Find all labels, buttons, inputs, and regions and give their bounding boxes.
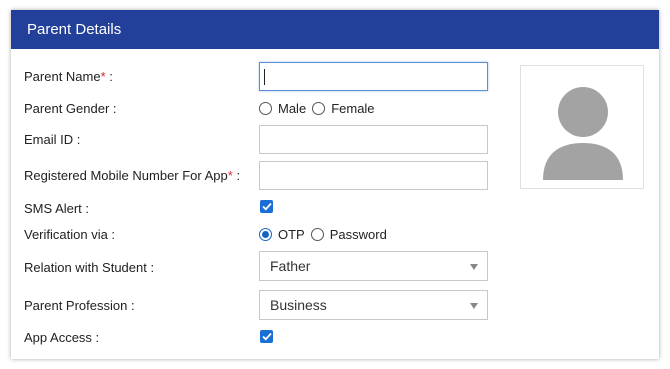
gender-male-radio[interactable] (259, 102, 272, 115)
card-title: Parent Details (11, 10, 659, 49)
verification-otp-radio[interactable] (259, 228, 272, 241)
check-icon (261, 332, 272, 341)
parent-gender-label: Parent Gender : (24, 101, 117, 116)
email-label: Email ID : (24, 132, 81, 147)
dropdown-arrow-icon (470, 303, 478, 309)
profession-label: Parent Profession : (24, 298, 135, 313)
check-icon (261, 202, 272, 211)
profession-select[interactable]: Business (259, 290, 488, 320)
gender-female-radio[interactable] (312, 102, 326, 115)
verification-password-label[interactable]: Password (330, 227, 387, 242)
verification-otp-label[interactable]: OTP (278, 227, 305, 242)
parent-name-label: Parent Name* : (24, 69, 113, 84)
verification-password-radio[interactable] (310, 228, 324, 241)
sms-alert-checkbox[interactable] (260, 200, 273, 213)
parent-name-input[interactable] (259, 62, 488, 91)
relation-select-value: Father (270, 258, 311, 274)
dropdown-arrow-icon (470, 264, 478, 270)
sms-alert-label: SMS Alert : (24, 201, 90, 216)
gender-male-label[interactable]: Male (278, 101, 306, 116)
parent-photo-upload[interactable] (520, 65, 644, 189)
avatar-placeholder-icon (528, 72, 638, 182)
mobile-label: Registered Mobile Number For App* : (24, 168, 241, 183)
email-input[interactable] (259, 125, 488, 154)
app-access-checkbox[interactable] (260, 330, 273, 343)
app-access-label: App Access : (24, 330, 100, 345)
relation-select[interactable]: Father (259, 251, 488, 281)
profession-select-value: Business (270, 297, 327, 313)
parent-details-card: Parent Details Parent Name* : Parent Gen… (11, 10, 659, 359)
gender-female-label[interactable]: Female (331, 101, 374, 116)
text-caret (264, 69, 265, 85)
verification-label: Verification via : (24, 227, 116, 242)
verification-radio-group: OTP Password (259, 227, 393, 242)
parent-gender-radio-group: Male Female (259, 101, 381, 116)
relation-label: Relation with Student : (24, 260, 155, 275)
mobile-input[interactable] (259, 161, 488, 190)
